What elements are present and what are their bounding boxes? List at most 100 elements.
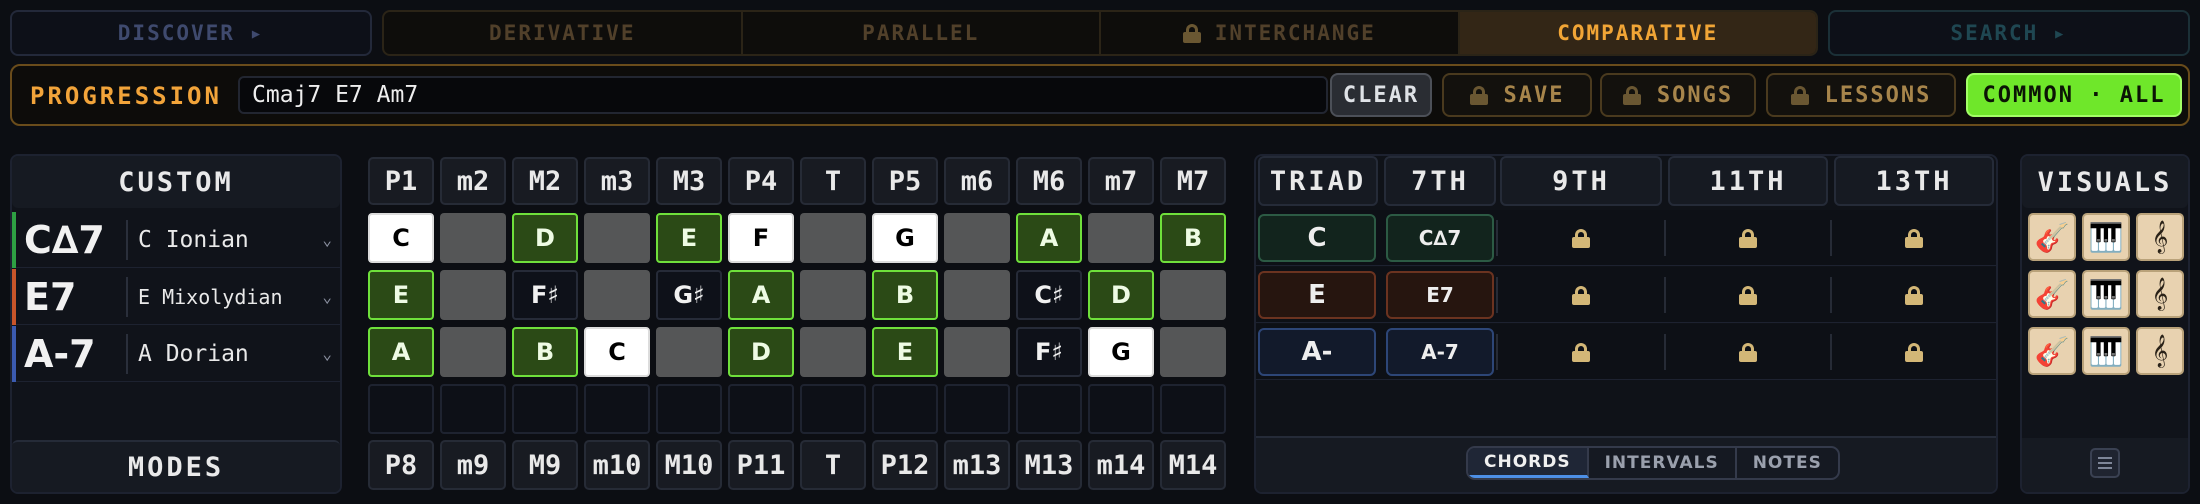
custom-header[interactable]: CUSTOM	[12, 156, 340, 208]
note-cell[interactable]	[944, 327, 1010, 377]
note-cell[interactable]: A	[1016, 213, 1082, 263]
locked-extension-cell[interactable]	[1500, 328, 1662, 376]
songs-button[interactable]: SONGS	[1600, 73, 1756, 117]
view-tab-intervals[interactable]: INTERVALS	[1589, 448, 1737, 478]
note-cell[interactable]	[1160, 270, 1226, 320]
locked-extension-cell[interactable]	[1668, 214, 1828, 262]
note-cell[interactable]: E	[656, 213, 722, 263]
note-cell[interactable]	[1160, 384, 1226, 434]
piano-icon: 🎹	[2088, 220, 2124, 254]
note-cell[interactable]: E	[368, 270, 434, 320]
note-cell[interactable]	[1088, 213, 1154, 263]
note-cell[interactable]	[872, 384, 938, 434]
note-cell[interactable]	[512, 384, 578, 434]
treble-clef-button[interactable]: 𝄞	[2136, 213, 2184, 261]
row-accent	[12, 269, 16, 325]
triad-cell[interactable]: C	[1258, 214, 1376, 262]
lock-icon	[1739, 229, 1757, 248]
note-cell[interactable]	[944, 270, 1010, 320]
locked-extension-cell[interactable]	[1834, 328, 1994, 376]
locked-extension-cell[interactable]	[1500, 214, 1662, 262]
locked-extension-cell[interactable]	[1834, 271, 1994, 319]
note-cell[interactable]: A	[368, 327, 434, 377]
locked-extension-cell[interactable]	[1668, 271, 1828, 319]
tab-derivative[interactable]: DERIVATIVE	[384, 12, 743, 54]
seventh-cell[interactable]: E7	[1386, 271, 1494, 319]
note-cell[interactable]	[800, 213, 866, 263]
note-cell[interactable]	[584, 384, 650, 434]
guitar-button[interactable]: 🎸	[2028, 213, 2076, 261]
note-cell[interactable]	[800, 384, 866, 434]
locked-extension-cell[interactable]	[1834, 214, 1994, 262]
seventh-cell[interactable]: C∆7	[1386, 214, 1494, 262]
note-cell[interactable]	[1088, 384, 1154, 434]
note-cell[interactable]	[440, 384, 506, 434]
piano-button[interactable]: 🎹	[2082, 270, 2130, 318]
note-cell[interactable]	[800, 327, 866, 377]
note-cell[interactable]	[944, 213, 1010, 263]
note-cell[interactable]: B	[512, 327, 578, 377]
mode-select[interactable]: A Dorian ⌄	[126, 333, 340, 374]
save-button[interactable]: SAVE	[1442, 73, 1592, 117]
note-cell[interactable]: E	[872, 327, 938, 377]
common-all-button[interactable]: COMMON · ALL	[1966, 73, 2182, 117]
note-cell[interactable]	[440, 270, 506, 320]
search-button[interactable]: SEARCH ▸	[1828, 10, 2190, 56]
locked-extension-cell[interactable]	[1668, 328, 1828, 376]
note-cell[interactable]: D	[1088, 270, 1154, 320]
triad-cell[interactable]: A-	[1258, 328, 1376, 376]
note-cell[interactable]: A	[728, 270, 794, 320]
note-cell[interactable]: F	[728, 213, 794, 263]
triad-cell[interactable]: E	[1258, 271, 1376, 319]
locked-extension-cell[interactable]	[1500, 271, 1662, 319]
treble-clef-button[interactable]: 𝄞	[2136, 327, 2184, 375]
note-cell[interactable]: C	[584, 327, 650, 377]
modes-button[interactable]: MODES	[12, 440, 340, 492]
note-cell[interactable]: D	[512, 213, 578, 263]
mode-select[interactable]: C Ionian ⌄	[126, 219, 340, 260]
guitar-button[interactable]: 🎸	[2028, 327, 2076, 375]
note-cell[interactable]	[800, 270, 866, 320]
lessons-button[interactable]: LESSONS	[1766, 73, 1956, 117]
note-cell[interactable]: G	[1088, 327, 1154, 377]
mode-select[interactable]: E Mixolydian ⌄	[126, 276, 340, 317]
note-cell[interactable]: B	[872, 270, 938, 320]
note-cell[interactable]	[368, 384, 434, 434]
note-cell[interactable]: F♯	[1016, 327, 1082, 377]
tab-comparative[interactable]: COMPARATIVE	[1459, 12, 1816, 54]
view-tab-notes[interactable]: NOTES	[1737, 448, 1838, 478]
treble-clef-button[interactable]: 𝄞	[2136, 270, 2184, 318]
view-tab-chords[interactable]: CHORDS	[1468, 448, 1589, 478]
note-cell[interactable]	[944, 384, 1010, 434]
progression-input[interactable]: Cmaj7 E7 Am7	[238, 76, 1328, 114]
note-cell[interactable]	[440, 213, 506, 263]
guitar-button[interactable]: 🎸	[2028, 270, 2076, 318]
note-cell[interactable]	[1016, 384, 1082, 434]
clear-button[interactable]: CLEAR	[1330, 73, 1432, 117]
note-cell[interactable]: C	[368, 213, 434, 263]
note-cell[interactable]	[728, 384, 794, 434]
note-cell[interactable]: F♯	[512, 270, 578, 320]
piano-button[interactable]: 🎹	[2082, 213, 2130, 261]
lock-icon	[1790, 86, 1809, 105]
tab-interchange[interactable]: INTERCHANGE	[1101, 12, 1460, 54]
chevron-down-icon: ⌄	[322, 287, 332, 306]
interval-header-octave: P12	[872, 440, 938, 490]
note-cell[interactable]: B	[1160, 213, 1226, 263]
note-cell[interactable]	[656, 327, 722, 377]
note-cell[interactable]: G♯	[656, 270, 722, 320]
seventh-cell[interactable]: A-7	[1386, 328, 1494, 376]
tab-parallel[interactable]: PARALLEL	[743, 12, 1101, 54]
note-cell[interactable]	[656, 384, 722, 434]
note-cell[interactable]: D	[728, 327, 794, 377]
interval-header: M6	[1016, 157, 1082, 205]
note-cell[interactable]	[584, 213, 650, 263]
piano-button[interactable]: 🎹	[2082, 327, 2130, 375]
note-cell[interactable]: G	[872, 213, 938, 263]
note-cell[interactable]	[584, 270, 650, 320]
note-cell[interactable]: C♯	[1016, 270, 1082, 320]
discover-button[interactable]: DISCOVER ▸	[10, 10, 372, 56]
note-cell[interactable]	[1160, 327, 1226, 377]
menu-button[interactable]	[2090, 448, 2120, 478]
note-cell[interactable]	[440, 327, 506, 377]
